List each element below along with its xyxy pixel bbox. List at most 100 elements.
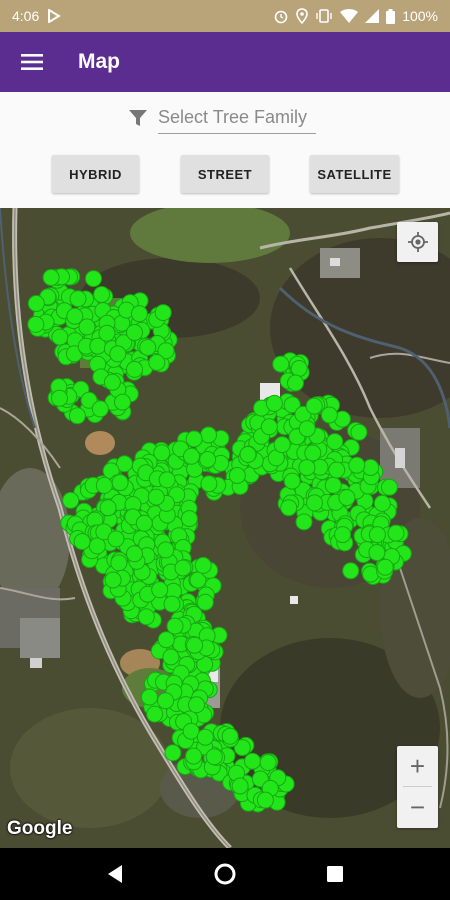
tree-marker[interactable] (200, 426, 217, 444)
zoom-in-button[interactable]: + (397, 746, 438, 786)
tree-marker[interactable] (387, 524, 405, 542)
tree-marker[interactable] (109, 345, 127, 363)
tree-marker[interactable] (221, 727, 239, 745)
tree-marker[interactable] (146, 705, 164, 723)
tree-marker[interactable] (157, 631, 175, 649)
tree-marker[interactable] (78, 318, 96, 336)
tree-marker[interactable] (182, 722, 200, 740)
tree-marker[interactable] (280, 499, 298, 517)
tree-marker[interactable] (295, 513, 313, 531)
tree-marker[interactable] (342, 562, 360, 580)
tree-marker[interactable] (305, 397, 323, 415)
tree-marker[interactable] (174, 559, 192, 577)
tree-marker[interactable] (185, 747, 203, 765)
tree-marker[interactable] (273, 436, 291, 454)
tree-marker[interactable] (95, 476, 113, 494)
tree-marker[interactable] (376, 558, 394, 576)
tree-marker[interactable] (166, 617, 184, 635)
tree-marker[interactable] (298, 420, 316, 438)
tree-marker[interactable] (111, 474, 129, 492)
tree-marker[interactable] (107, 530, 125, 548)
my-location-icon[interactable] (397, 222, 438, 262)
tree-marker[interactable] (350, 423, 368, 441)
zoom-out-button[interactable]: − (397, 787, 438, 827)
tree-marker[interactable] (239, 446, 257, 463)
tree-marker[interactable] (163, 595, 181, 613)
tree-marker[interactable] (362, 565, 380, 583)
tree-marker[interactable] (306, 494, 323, 512)
tree-family-select[interactable] (158, 102, 316, 134)
tree-marker[interactable] (114, 393, 131, 411)
tree-marker[interactable] (93, 286, 111, 303)
tree-marker[interactable] (194, 556, 212, 574)
tree-marker[interactable] (304, 444, 322, 462)
tree-marker[interactable] (199, 451, 217, 468)
tree-marker[interactable] (183, 447, 200, 465)
tree-marker[interactable] (103, 373, 121, 391)
tree-marker[interactable] (98, 324, 116, 342)
tree-marker[interactable] (368, 526, 386, 544)
tree-marker[interactable] (85, 270, 102, 288)
tree-marker[interactable] (287, 374, 304, 392)
tree-marker[interactable] (126, 360, 143, 378)
tree-marker[interactable] (69, 290, 87, 308)
tree-marker[interactable] (27, 315, 45, 333)
tree-marker[interactable] (158, 471, 176, 489)
tree-marker[interactable] (283, 472, 301, 490)
tree-marker[interactable] (368, 544, 386, 562)
tree-marker[interactable] (148, 354, 166, 371)
tree-marker[interactable] (137, 608, 155, 626)
tree-marker[interactable] (373, 494, 391, 512)
tree-marker[interactable] (196, 728, 214, 746)
tree-marker[interactable] (62, 491, 80, 509)
tree-marker[interactable] (51, 328, 69, 346)
tree-marker[interactable] (290, 360, 308, 377)
tree-marker[interactable] (231, 777, 249, 795)
tree-marker[interactable] (154, 304, 172, 322)
tree-marker[interactable] (334, 526, 352, 544)
tree-marker[interactable] (157, 541, 175, 559)
hybrid-button[interactable]: HYBRID (52, 155, 139, 193)
tree-marker[interactable] (27, 295, 45, 312)
satellite-button[interactable]: SATELLITE (310, 155, 399, 193)
tree-marker[interactable] (188, 696, 205, 714)
hamburger-menu-icon[interactable] (18, 48, 46, 76)
tree-marker[interactable] (259, 754, 277, 772)
recents-icon[interactable] (320, 859, 350, 889)
home-icon[interactable] (210, 859, 240, 889)
tree-marker[interactable] (139, 339, 157, 356)
tree-marker[interactable] (135, 514, 153, 532)
tree-marker[interactable] (151, 581, 169, 599)
tree-marker[interactable] (200, 475, 218, 493)
tree-marker[interactable] (228, 467, 246, 484)
tree-marker[interactable] (51, 389, 68, 407)
tree-marker[interactable] (186, 636, 204, 654)
tree-marker[interactable] (126, 545, 143, 563)
tree-marker[interactable] (272, 355, 290, 373)
tree-marker[interactable] (328, 461, 346, 479)
tree-marker[interactable] (141, 688, 158, 706)
tree-marker[interactable] (205, 748, 223, 766)
tree-marker[interactable] (362, 459, 380, 476)
tree-marker[interactable] (324, 476, 342, 494)
street-button[interactable]: STREET (181, 155, 269, 193)
tree-marker[interactable] (104, 571, 122, 589)
tree-marker[interactable] (73, 533, 91, 551)
tree-marker[interactable] (185, 430, 203, 448)
tree-marker[interactable] (91, 400, 109, 418)
tree-marker[interactable] (265, 394, 283, 412)
tree-marker[interactable] (130, 305, 148, 323)
tree-marker[interactable] (68, 407, 86, 425)
tree-marker[interactable] (147, 488, 165, 506)
tree-marker[interactable] (42, 269, 60, 286)
tree-marker[interactable] (348, 456, 366, 474)
tree-marker[interactable] (180, 510, 198, 528)
tree-marker[interactable] (164, 744, 182, 762)
tree-marker[interactable] (126, 324, 143, 341)
tree-marker[interactable] (320, 406, 338, 424)
tree-marker[interactable] (298, 459, 316, 477)
tree-marker[interactable] (88, 537, 106, 555)
tree-marker[interactable] (260, 418, 278, 436)
tree-marker[interactable] (326, 433, 344, 451)
map-view[interactable]: + − Google (0, 208, 450, 848)
